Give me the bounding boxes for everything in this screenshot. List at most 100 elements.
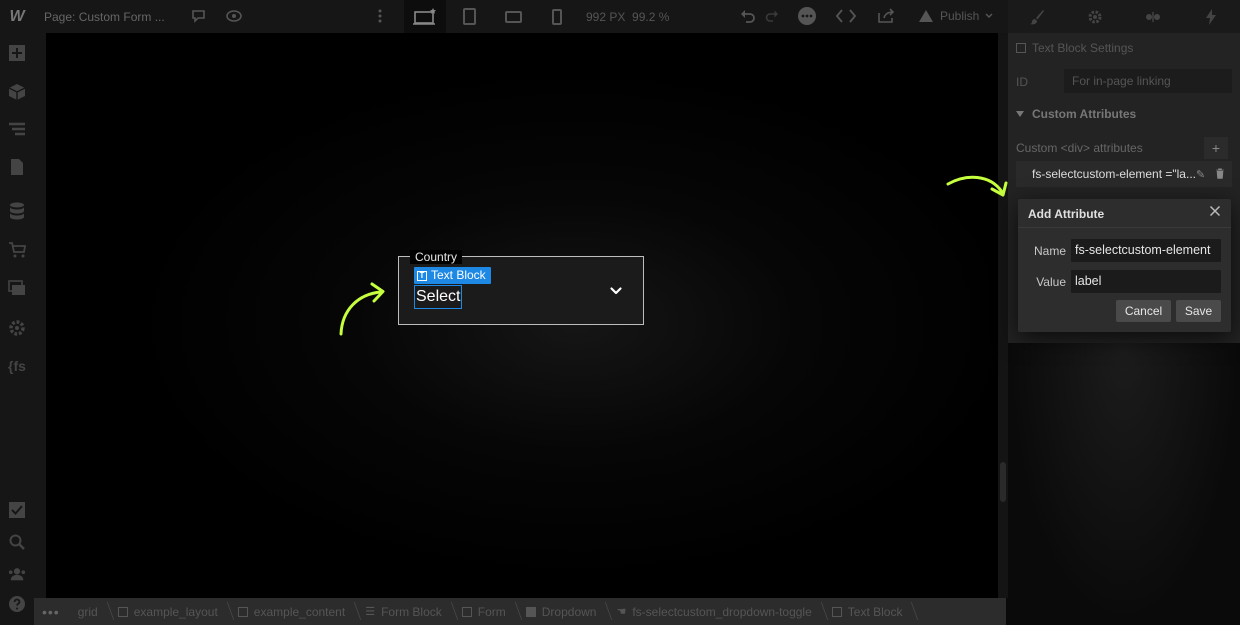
- text-block-icon: [1016, 43, 1026, 53]
- canvas-zoom: 99.2 %: [632, 10, 670, 24]
- components-cube-icon[interactable]: [8, 83, 26, 101]
- breadcrumb-label: Form Block: [381, 604, 442, 619]
- dropdown-toggle-hand-icon: ☚: [616, 606, 627, 618]
- undo-icon[interactable]: [740, 8, 756, 24]
- cancel-button[interactable]: Cancel: [1116, 300, 1171, 322]
- settings-title: Text Block Settings: [1032, 41, 1134, 55]
- chevron-down-icon: [985, 13, 993, 19]
- breadcrumb-item[interactable]: ☚ fs-selectcustom_dropdown-toggle: [606, 598, 821, 625]
- webflow-designer: W Page: Custom Form ... 992 PX 99.2 % Pu…: [0, 0, 1240, 625]
- id-label: ID: [1016, 75, 1028, 89]
- id-input[interactable]: For in-page linking: [1064, 69, 1232, 93]
- text-block-icon: [831, 606, 842, 617]
- breadcrumb-item[interactable]: Form: [452, 598, 516, 625]
- value-label: Value: [1036, 275, 1066, 289]
- comments-mode-icon[interactable]: [797, 6, 817, 26]
- code-export-icon[interactable]: [836, 8, 856, 24]
- dialog-title: Add Attribute: [1028, 207, 1105, 221]
- pages-icon[interactable]: [8, 158, 26, 176]
- breadcrumb-item[interactable]: ☰ Form Block: [355, 598, 452, 625]
- caret-down-icon: [1016, 111, 1024, 117]
- redo-icon[interactable]: [764, 8, 780, 24]
- dialog-divider: [1018, 227, 1231, 228]
- div-block-icon: [117, 606, 128, 617]
- annotation-arrow-to-text-block: [339, 282, 385, 336]
- breadcrumb-label: fs-selectcustom_dropdown-toggle: [632, 604, 812, 619]
- save-button[interactable]: Save: [1176, 300, 1221, 322]
- canvas-scrollbar-thumb[interactable]: [1000, 462, 1006, 502]
- fieldset-legend: Country: [410, 250, 463, 264]
- text-block-icon: T: [417, 270, 427, 281]
- form-block-icon: ☰: [365, 606, 376, 618]
- add-attribute-button[interactable]: +: [1204, 137, 1228, 159]
- div-block-icon: [237, 606, 248, 617]
- breadcrumb-item[interactable]: Text Block: [822, 598, 913, 625]
- project-settings-gear-icon[interactable]: [8, 319, 26, 337]
- publish-button[interactable]: Publish: [918, 9, 993, 23]
- page-selector[interactable]: Page: Custom Form ...: [44, 10, 165, 24]
- finsweet-fs-icon[interactable]: {fs: [8, 357, 26, 375]
- tablet-breakpoint-icon[interactable]: [448, 0, 490, 33]
- assets-images-icon[interactable]: [8, 279, 26, 297]
- comment-icon[interactable]: [190, 8, 206, 24]
- breakpoint-selector: [404, 0, 564, 33]
- ecommerce-cart-icon[interactable]: [8, 241, 26, 259]
- cms-database-icon[interactable]: [8, 202, 26, 220]
- canvas-width: 992 PX: [586, 10, 626, 24]
- trash-icon[interactable]: [1215, 168, 1225, 182]
- canvas-left-gutter: [34, 33, 46, 598]
- add-panel-icon[interactable]: [8, 44, 26, 62]
- element-breadcrumb: ••• grid example_layout example_content …: [34, 598, 1006, 625]
- navigator-icon[interactable]: [8, 121, 26, 139]
- more-options-icon[interactable]: [372, 8, 388, 24]
- lightning-icon[interactable]: [1182, 0, 1240, 33]
- mobile-portrait-breakpoint-icon[interactable]: [536, 0, 578, 33]
- settings-panel-lower: [1008, 343, 1240, 625]
- breadcrumb-item[interactable]: example_layout: [108, 598, 228, 625]
- canvas-size-readout: 992 PX 99.2 %: [586, 10, 669, 24]
- collaborators-icon[interactable]: [8, 565, 26, 583]
- name-label: Name: [1033, 244, 1066, 258]
- form-icon: [461, 606, 472, 617]
- left-sidebar: {fs: [0, 33, 34, 625]
- breadcrumb-overflow-icon[interactable]: •••: [34, 604, 68, 620]
- breadcrumb-label: grid: [77, 604, 98, 619]
- breadcrumb-label: Dropdown: [541, 604, 597, 619]
- preview-eye-icon[interactable]: [226, 8, 242, 24]
- add-attribute-dialog: Add Attribute Name fs-selectcustom-eleme…: [1018, 199, 1231, 332]
- pencil-edit-icon[interactable]: ✎: [1196, 168, 1205, 181]
- close-icon[interactable]: [1208, 205, 1222, 219]
- section-title: Custom Attributes: [1032, 107, 1137, 121]
- custom-attributes-section-header[interactable]: Custom Attributes: [1016, 107, 1136, 121]
- name-field[interactable]: fs-selectcustom-element: [1071, 239, 1221, 262]
- annotation-arrow-to-dialog: [946, 175, 1008, 197]
- element-tag-label: T Text Block: [414, 267, 491, 284]
- breadcrumb-item[interactable]: example_content: [228, 598, 355, 625]
- share-icon[interactable]: [876, 8, 896, 24]
- mobile-landscape-breakpoint-icon[interactable]: [492, 0, 534, 33]
- style-brush-icon[interactable]: [1008, 0, 1066, 33]
- breadcrumb-item[interactable]: Dropdown: [516, 598, 607, 625]
- breadcrumb-label: example_content: [253, 604, 346, 619]
- publish-label: Publish: [940, 9, 980, 23]
- breadcrumb-label: Form: [477, 604, 506, 619]
- canvas-scrollbar[interactable]: [998, 33, 1008, 598]
- dropdown-icon: [525, 606, 536, 617]
- interactions-icon[interactable]: [1124, 0, 1182, 33]
- help-icon[interactable]: [8, 595, 26, 613]
- audit-checkbox-icon[interactable]: [8, 501, 26, 519]
- selected-text-block[interactable]: Select: [414, 285, 463, 309]
- custom-attributes-label: Custom <div> attributes: [1016, 141, 1143, 155]
- webflow-logo[interactable]: W: [0, 0, 34, 33]
- value-field[interactable]: label: [1071, 270, 1221, 293]
- element-tag-text: Text Block: [431, 268, 486, 282]
- settings-header: Text Block Settings: [1016, 41, 1133, 55]
- search-icon[interactable]: [8, 533, 26, 551]
- chevron-down-icon: [610, 287, 622, 295]
- publish-icon: [919, 10, 933, 22]
- settings-gear-tab-icon[interactable]: [1066, 0, 1124, 33]
- top-toolbar: W Page: Custom Form ... 992 PX 99.2 % Pu…: [0, 0, 1240, 33]
- desktop-breakpoint-icon[interactable]: [404, 0, 446, 33]
- breadcrumb-label: Text Block: [847, 604, 903, 619]
- breadcrumb-item[interactable]: grid: [68, 598, 108, 625]
